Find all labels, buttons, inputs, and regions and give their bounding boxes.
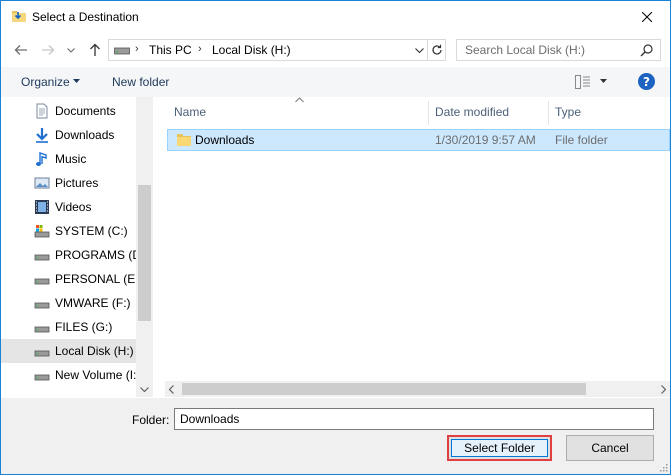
title-bar: Select a Destination — [1, 1, 670, 32]
forward-button[interactable] — [38, 40, 58, 60]
breadcrumb-local-disk[interactable]: Local Disk (H:) — [212, 43, 291, 57]
nav-item-label: FILES (G:) — [55, 320, 113, 334]
search-icon[interactable] — [640, 43, 654, 57]
nav-item-documents[interactable]: Documents — [1, 99, 136, 123]
nav-item-pictures[interactable]: Pictures — [1, 171, 136, 195]
nav-item-videos[interactable]: Videos — [1, 195, 136, 219]
up-button[interactable] — [85, 40, 105, 60]
nav-item-label: Local Disk (H:) — [55, 344, 134, 358]
arrow-right-icon — [42, 45, 55, 55]
row-name: Downloads — [195, 133, 255, 147]
chevron-down-icon — [67, 47, 75, 53]
nav-item-label: SYSTEM (C:) — [55, 224, 128, 238]
breadcrumb-separator: › — [198, 43, 202, 55]
close-icon — [642, 11, 652, 22]
dropdown-arrow-icon[interactable] — [600, 79, 607, 83]
sort-ascending-icon — [295, 97, 304, 103]
folder-label: Folder: — [132, 413, 170, 427]
music-icon — [36, 152, 47, 166]
breadcrumb-this-pc[interactable]: This PC — [149, 43, 192, 57]
chevron-left-icon[interactable] — [169, 385, 174, 394]
row-type: File folder — [555, 133, 608, 147]
nav-item-local-disk-h[interactable]: Local Disk (H:) — [1, 339, 136, 363]
breadcrumb-separator: › — [135, 43, 139, 55]
folder-arrow-icon — [12, 11, 26, 22]
search-placeholder: Search Local Disk (H:) — [465, 43, 586, 57]
nav-item-personal-e[interactable]: PERSONAL (E:) — [1, 267, 143, 291]
file-list: Name Date modified Type Downloads 1/30/2… — [153, 97, 670, 397]
drive-icon — [34, 374, 50, 381]
pictures-icon — [34, 177, 50, 189]
column-divider[interactable] — [428, 101, 429, 125]
nav-item-label: Documents — [55, 104, 116, 118]
nav-item-label: Pictures — [55, 176, 99, 190]
folder-name-input[interactable] — [174, 408, 654, 430]
nav-item-label: Videos — [55, 200, 92, 214]
select-destination-dialog: Select a Destination › This PC › Local D… — [0, 0, 671, 475]
scrollbar-thumb[interactable] — [138, 185, 151, 321]
scrollbar-thumb[interactable] — [182, 383, 586, 395]
nav-item-files-g[interactable]: FILES (G:) — [1, 315, 136, 339]
documents-icon — [36, 103, 48, 119]
folder-icon — [177, 134, 191, 146]
drive-icon — [34, 350, 50, 357]
table-row[interactable]: Downloads 1/30/2019 9:57 AM File folder — [167, 129, 670, 151]
arrow-up-icon — [90, 43, 100, 56]
column-header-date-modified[interactable]: Date modified — [435, 105, 509, 119]
nav-item-system-c[interactable]: SYSTEM (C:) — [1, 219, 136, 243]
nav-item-label: VMWARE (F:) — [55, 296, 131, 310]
nav-item-programs-d[interactable]: PROGRAMS (D: — [1, 243, 144, 267]
row-date-modified: 1/30/2019 9:57 AM — [435, 133, 536, 147]
resize-grip-icon[interactable] — [658, 462, 668, 472]
cancel-button[interactable]: Cancel — [566, 435, 654, 461]
navigation-scrollbar[interactable] — [136, 97, 153, 397]
select-folder-button-face: Select Folder — [451, 439, 548, 457]
refresh-icon — [432, 44, 442, 55]
nav-item-label: Music — [55, 152, 87, 166]
back-button[interactable] — [11, 40, 31, 60]
nav-item-downloads[interactable]: Downloads — [1, 123, 136, 147]
drive-icon — [34, 278, 50, 285]
system-drive-icon — [34, 225, 50, 238]
help-icon[interactable]: ? — [638, 73, 655, 90]
address-bar[interactable]: › This PC › Local Disk (H:) — [108, 39, 446, 61]
address-dropdown-button[interactable] — [411, 40, 427, 60]
dropdown-arrow-icon[interactable] — [73, 79, 80, 83]
close-button[interactable] — [624, 1, 670, 32]
drive-icon — [34, 326, 50, 333]
chevron-right-icon[interactable] — [661, 385, 666, 394]
window-title: Select a Destination — [32, 10, 139, 24]
nav-item-music[interactable]: Music — [1, 147, 136, 171]
chevron-down-icon — [140, 387, 149, 392]
nav-item-label: New Volume (I: — [55, 368, 137, 382]
nav-item-label: PERSONAL (E:) — [55, 272, 143, 286]
nav-item-vmware-f[interactable]: VMWARE (F:) — [1, 291, 136, 315]
downloads-icon — [36, 128, 48, 143]
nav-item-new-volume-i[interactable]: New Volume (I: — [1, 363, 136, 387]
videos-icon — [35, 200, 49, 214]
select-folder-button[interactable]: Select Folder — [447, 435, 552, 461]
search-box[interactable]: Search Local Disk (H:) — [456, 39, 661, 61]
new-folder-button[interactable]: New folder — [112, 75, 169, 89]
column-header-type[interactable]: Type — [555, 105, 581, 119]
horizontal-scrollbar[interactable] — [165, 381, 670, 397]
navigation-row: › This PC › Local Disk (H:) Search Local… — [1, 34, 670, 66]
view-options-icon[interactable] — [575, 75, 591, 89]
recent-locations-button[interactable] — [61, 40, 81, 60]
drive-icon — [114, 47, 130, 55]
command-bar: Organize New folder ? — [1, 67, 670, 97]
drive-icon — [34, 254, 50, 261]
organize-menu[interactable]: Organize — [21, 75, 70, 89]
column-divider[interactable] — [548, 101, 549, 125]
arrow-left-icon — [14, 45, 27, 55]
scroll-down-button[interactable] — [136, 382, 153, 397]
column-header-name[interactable]: Name — [174, 105, 206, 119]
nav-item-label: PROGRAMS (D: — [55, 248, 145, 262]
navigation-pane: Documents Downloads Music Pictures Video… — [1, 97, 151, 397]
dialog-footer: Folder: Select Folder Cancel — [1, 398, 670, 474]
refresh-button[interactable] — [427, 40, 446, 60]
nav-item-label: Downloads — [55, 128, 115, 142]
drive-icon — [34, 302, 50, 309]
chevron-down-icon — [415, 47, 424, 53]
